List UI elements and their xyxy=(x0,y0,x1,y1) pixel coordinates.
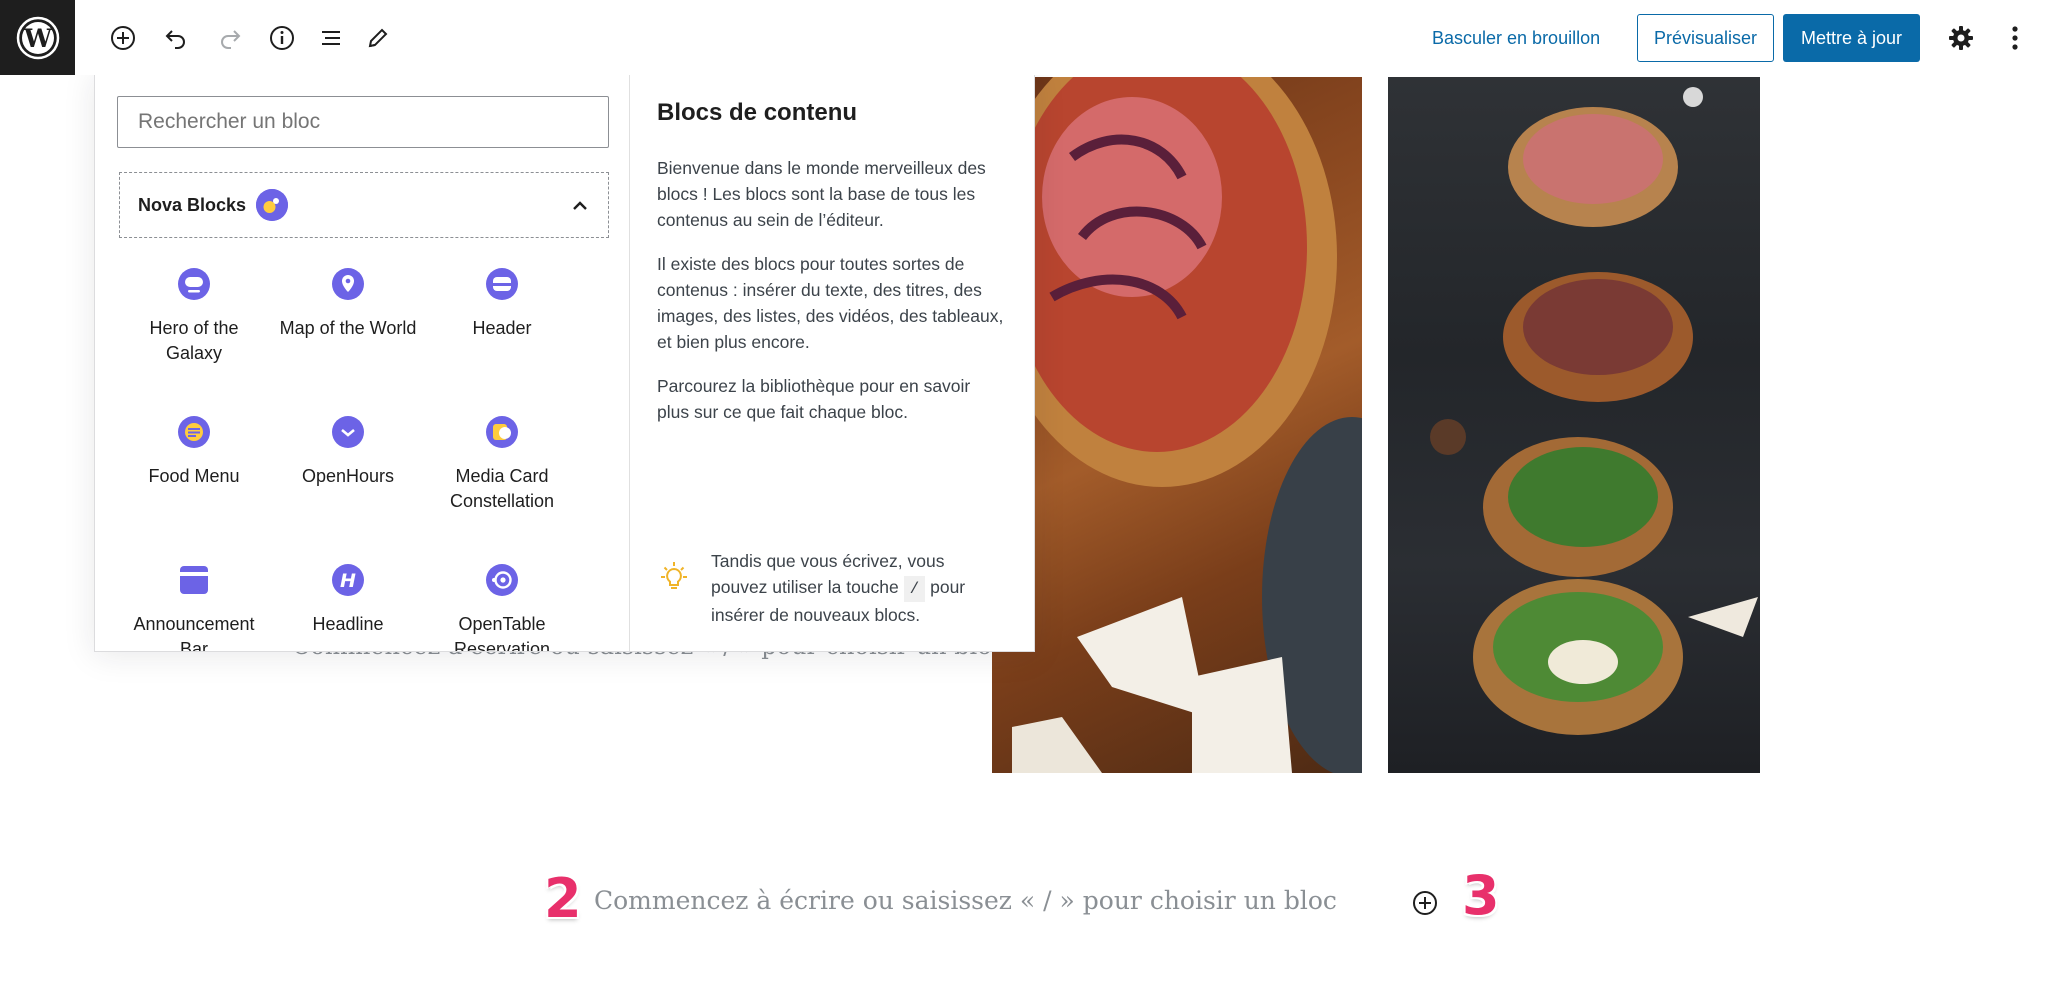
food-photo-right[interactable] xyxy=(1388,77,1760,773)
block-item-announcement-bar[interactable]: Announcement Bar xyxy=(117,556,271,651)
add-block-icon[interactable] xyxy=(103,18,143,58)
slash-key: / xyxy=(903,576,926,602)
headline-icon: H xyxy=(330,562,366,598)
nova-blocks-group-toggle[interactable]: Nova Blocks xyxy=(119,172,609,238)
settings-gear-icon[interactable] xyxy=(1941,18,1981,58)
redo-icon[interactable] xyxy=(210,18,250,58)
block-item-map[interactable]: Map of the World xyxy=(271,260,425,408)
inserter-block-list: Nova Blocks Hero of the Galaxy Map of th… xyxy=(95,73,630,651)
info-title: Blocs de contenu xyxy=(657,99,858,126)
open-hours-icon xyxy=(330,414,366,450)
block-item-headline[interactable]: H Headline xyxy=(271,556,425,651)
chevron-up-icon[interactable] xyxy=(570,196,590,221)
list-view-icon[interactable] xyxy=(311,18,351,58)
block-item-opentable[interactable]: OpenTable Reservation xyxy=(425,556,579,651)
wordpress-logo-icon[interactable]: W xyxy=(0,0,75,75)
media-card-icon xyxy=(484,414,520,450)
block-label: Hero of the Galaxy xyxy=(149,318,239,363)
block-label: Media Card Constellation xyxy=(449,466,555,511)
block-item-hero[interactable]: Hero of the Galaxy xyxy=(117,260,271,408)
map-pin-icon xyxy=(330,266,366,302)
info-paragraph: Parcourez la bibliothèque pour en savoir… xyxy=(657,376,971,422)
block-item-openhours[interactable]: OpenHours xyxy=(271,408,425,556)
group-title: Nova Blocks xyxy=(138,194,247,215)
block-label: Map of the World xyxy=(279,318,417,338)
info-paragraph: Il existe des blocs pour toutes sortes d… xyxy=(657,254,1004,352)
hero-icon xyxy=(176,266,212,302)
header-icon xyxy=(484,266,520,302)
block-search-input[interactable] xyxy=(117,96,609,148)
lightbulb-icon xyxy=(657,548,697,628)
food-menu-icon xyxy=(176,414,212,450)
annotation-badge-3: 3 xyxy=(1462,864,1500,927)
block-label: Header xyxy=(472,318,532,338)
block-grid: Hero of the Galaxy Map of the World Head… xyxy=(117,260,609,651)
switch-to-draft-button[interactable]: Basculer en brouillon xyxy=(1420,14,1612,62)
inserter-tip: Tandis que vous écrivez, vous pouvez uti… xyxy=(657,548,1002,628)
announcement-bar-icon xyxy=(176,562,212,598)
block-item-food-menu[interactable]: Food Menu xyxy=(117,408,271,556)
info-icon[interactable] xyxy=(262,18,302,58)
inserter-info-panel: Blocs de contenu Bienvenue dans le monde… xyxy=(630,73,1034,651)
edit-pencil-icon[interactable] xyxy=(358,18,398,58)
svg-text:W: W xyxy=(22,24,52,53)
more-options-icon[interactable] xyxy=(1995,18,2035,58)
food-photo-left[interactable] xyxy=(992,77,1362,773)
opentable-icon xyxy=(484,562,520,598)
preview-button[interactable]: Prévisualiser xyxy=(1637,14,1774,62)
undo-icon[interactable] xyxy=(156,18,196,58)
svg-text:H: H xyxy=(340,570,356,592)
block-item-media-card[interactable]: Media Card Constellation xyxy=(425,408,579,556)
block-label: Headline xyxy=(312,614,384,634)
block-item-header[interactable]: Header xyxy=(425,260,579,408)
tip-text: Tandis que vous écrivez, vous pouvez uti… xyxy=(711,548,1002,628)
paragraph-placeholder[interactable]: Commencez à écrire ou saisissez « / » po… xyxy=(594,886,1337,915)
block-label: OpenTable Reservation xyxy=(453,614,551,651)
block-label: OpenHours xyxy=(301,466,395,486)
inline-add-block-icon[interactable] xyxy=(1410,888,1440,918)
annotation-badge-2: 2 xyxy=(544,867,582,930)
nova-blocks-logo-icon xyxy=(256,189,289,221)
info-paragraph: Bienvenue dans le monde merveilleux des … xyxy=(657,158,986,230)
editor-toolbar: W Basculer en brouillon Prévisualiser Me… xyxy=(0,0,2048,75)
block-inserter-panel: Nova Blocks Hero of the Galaxy Map of th… xyxy=(94,72,1035,652)
block-label: Food Menu xyxy=(148,466,240,486)
block-label: Announcement Bar xyxy=(133,614,255,651)
update-button[interactable]: Mettre à jour xyxy=(1783,14,1920,62)
